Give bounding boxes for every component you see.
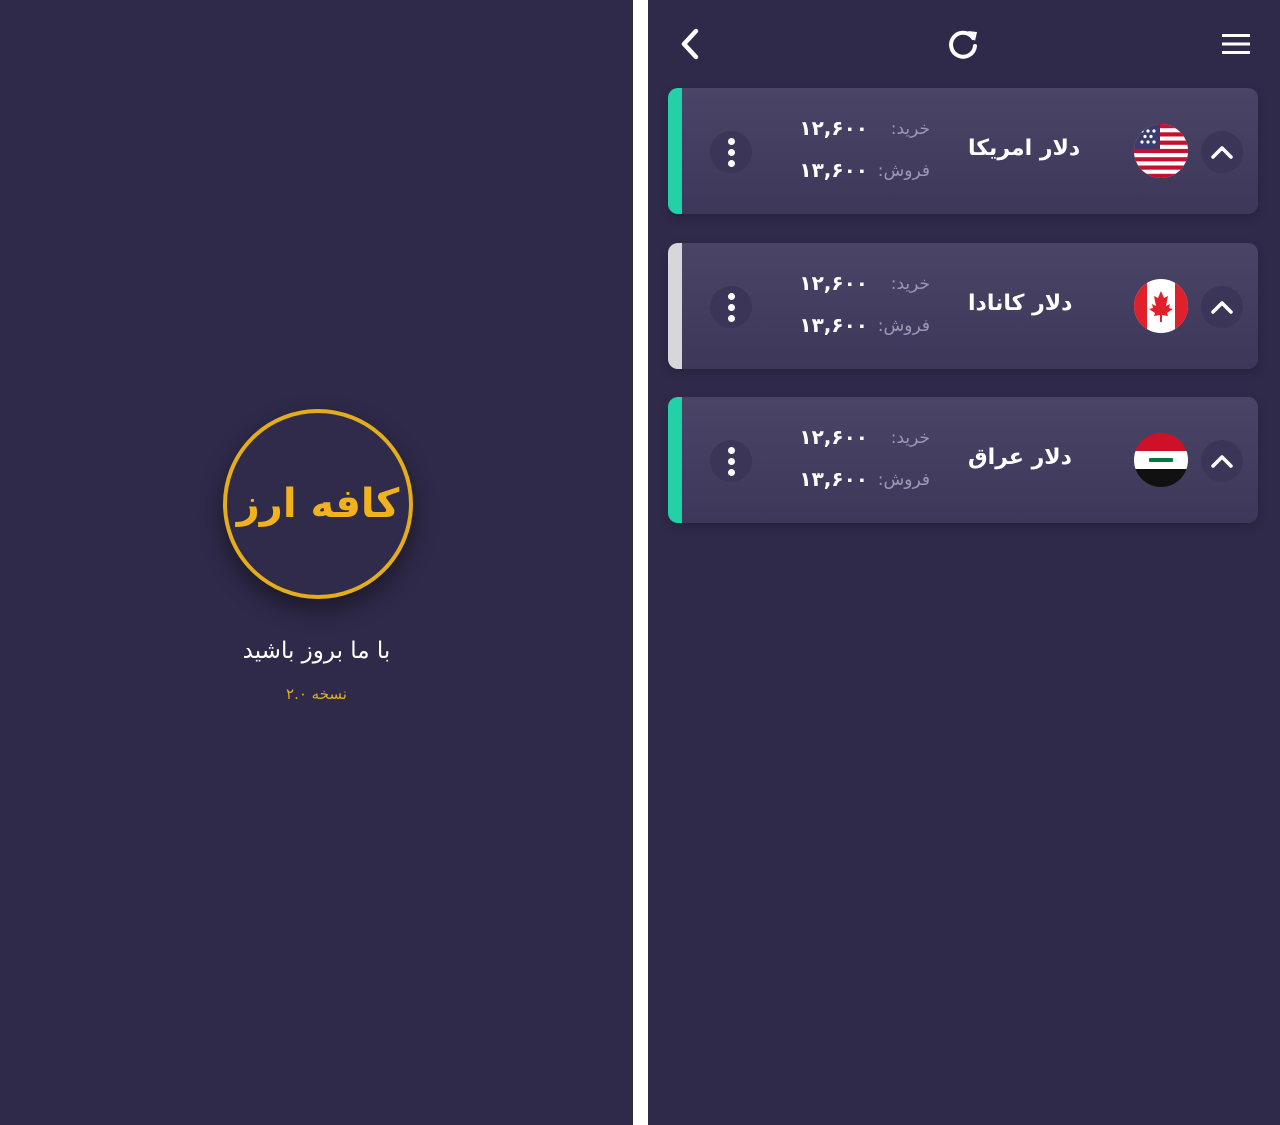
card-accent-bar — [668, 397, 682, 523]
splash-tagline: با ما بروز باشید — [242, 638, 391, 664]
currency-card-usd[interactable]: خرید: ۱۲,۶۰۰ فروش: ۱۳,۶۰۰ دلار امریکا — [668, 88, 1258, 214]
chevron-up-icon — [1211, 146, 1233, 159]
currency-name: دلار کانادا — [968, 291, 1073, 316]
currency-card-cad[interactable]: خرید: ۱۲,۶۰۰ فروش: ۱۳,۶۰۰ دلار کانادا — [668, 243, 1258, 369]
buy-value: ۱۲,۶۰۰ — [799, 425, 868, 449]
sell-value: ۱۳,۶۰۰ — [799, 158, 868, 182]
refresh-icon — [949, 30, 977, 59]
splash-screen: کافه ارز با ما بروز باشید نسخه ۲.۰ — [0, 0, 633, 1125]
buy-value: ۱۲,۶۰۰ — [799, 116, 868, 140]
currency-name: دلار امریکا — [968, 136, 1081, 161]
sell-label: فروش: — [877, 470, 930, 490]
app-logo: کافه ارز — [223, 409, 413, 599]
more-options-button[interactable] — [710, 131, 752, 173]
app-version: نسخه ۲.۰ — [286, 685, 347, 703]
sell-value: ۱۳,۶۰۰ — [799, 313, 868, 337]
sell-value: ۱۳,۶۰۰ — [799, 467, 868, 491]
hamburger-menu-icon — [1222, 34, 1250, 54]
sell-label: فروش: — [877, 161, 930, 181]
more-options-button[interactable] — [710, 286, 752, 328]
currency-list-screen: خرید: ۱۲,۶۰۰ فروش: ۱۳,۶۰۰ دلار امریکا خر… — [648, 0, 1280, 1125]
refresh-button[interactable] — [941, 22, 985, 66]
more-options-button[interactable] — [710, 440, 752, 482]
chevron-left-icon — [681, 28, 699, 60]
back-button[interactable] — [668, 22, 712, 66]
buy-value: ۱۲,۶۰۰ — [799, 271, 868, 295]
canada-flag-icon — [1134, 279, 1188, 333]
buy-label: خرید: — [890, 274, 930, 294]
app-logo-text: کافه ارز — [236, 481, 400, 527]
collapse-button[interactable] — [1201, 440, 1243, 482]
card-accent-bar — [668, 88, 682, 214]
collapse-button[interactable] — [1201, 286, 1243, 328]
card-accent-bar — [668, 243, 682, 369]
buy-label: خرید: — [890, 428, 930, 448]
sell-label: فروش: — [877, 316, 930, 336]
usa-flag-icon — [1134, 124, 1188, 178]
chevron-up-icon — [1211, 301, 1233, 314]
currency-name: دلار عراق — [968, 445, 1072, 470]
buy-label: خرید: — [890, 119, 930, 139]
collapse-button[interactable] — [1201, 131, 1243, 173]
iraq-flag-icon — [1134, 433, 1188, 487]
currency-card-iqd[interactable]: خرید: ۱۲,۶۰۰ فروش: ۱۳,۶۰۰ دلار عراق — [668, 397, 1258, 523]
chevron-up-icon — [1211, 455, 1233, 468]
menu-button[interactable] — [1214, 22, 1258, 66]
